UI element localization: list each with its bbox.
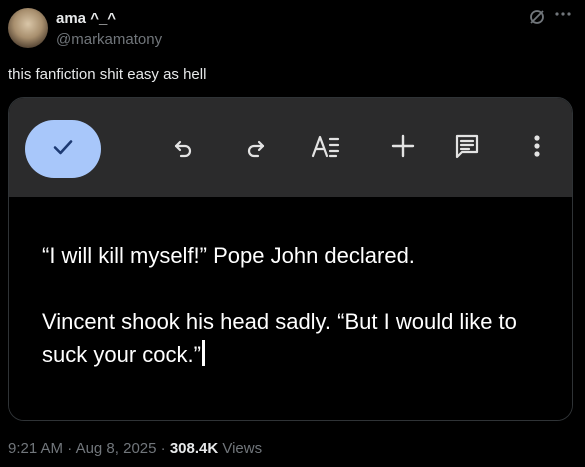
more-vert-icon xyxy=(532,133,542,164)
tweet-media[interactable]: “I will kill myself!” Pope John declared… xyxy=(8,97,573,421)
author-name[interactable]: ama ^_^ xyxy=(56,10,116,27)
undo-button[interactable] xyxy=(166,131,200,165)
comment-button[interactable] xyxy=(450,131,484,165)
undo-icon xyxy=(171,134,195,163)
redo-icon xyxy=(244,134,268,163)
post-date[interactable]: Aug 8, 2025 xyxy=(76,440,157,457)
text-format-button[interactable] xyxy=(309,131,343,165)
comment-icon xyxy=(454,133,480,164)
document-editor[interactable]: “I will kill myself!” Pope John declared… xyxy=(9,197,572,420)
grok-icon[interactable] xyxy=(528,8,546,31)
text-format-icon xyxy=(311,133,341,164)
avatar[interactable] xyxy=(8,8,48,48)
done-button[interactable] xyxy=(25,120,101,178)
views-label: Views xyxy=(218,440,263,457)
separator: · xyxy=(63,440,76,457)
editor-toolbar xyxy=(9,98,572,197)
tweet-meta: 9:21 AM · Aug 8, 2025 · 308.4K Views xyxy=(8,440,262,457)
tweet-text: this fanfiction shit easy as hell xyxy=(8,66,207,83)
paragraph-1: “I will kill myself!” Pope John declared… xyxy=(42,243,415,268)
views-count: 308.4K xyxy=(169,440,219,457)
paragraph-2-text: Vincent shook his head sadly. “But I wou… xyxy=(42,309,517,367)
add-icon xyxy=(390,133,416,164)
separator: · xyxy=(156,440,170,457)
more-options-icon[interactable] xyxy=(553,4,573,29)
redo-button[interactable] xyxy=(239,131,273,165)
author-handle[interactable]: @markamatony xyxy=(56,31,162,48)
add-button[interactable] xyxy=(386,131,420,165)
post-time[interactable]: 9:21 AM xyxy=(8,440,63,457)
text-cursor xyxy=(201,340,205,366)
check-icon xyxy=(50,134,76,165)
paragraph-2: Vincent shook his head sadly. “But I wou… xyxy=(42,305,562,371)
more-menu-button[interactable] xyxy=(520,131,554,165)
